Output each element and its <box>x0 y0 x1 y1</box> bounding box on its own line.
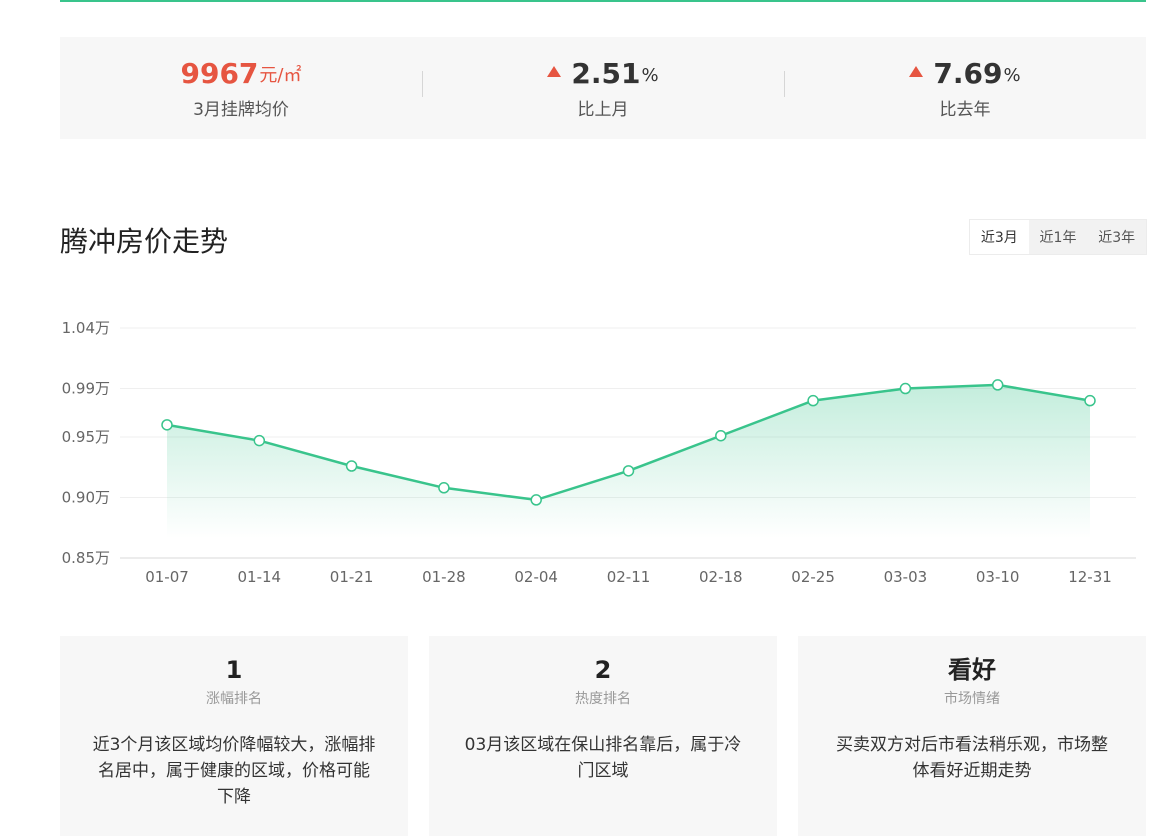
avg-price-value: 9967 <box>180 56 259 90</box>
x-tick-label: 02-04 <box>514 568 558 586</box>
card-value: 1 <box>225 656 243 684</box>
chart-title: 腾冲房价走势 <box>60 225 229 258</box>
x-tick-label: 01-07 <box>145 568 189 586</box>
mom-change-label: 比上月 <box>577 99 629 120</box>
data-point <box>161 419 173 431</box>
data-point <box>530 494 542 506</box>
range-tabs: 近3月 近1年 近3年 <box>969 219 1147 255</box>
tab-1-year[interactable]: 近1年 <box>1029 220 1088 254</box>
mom-change-unit: % <box>641 64 659 86</box>
top-accent-line <box>60 0 1146 2</box>
data-point <box>991 379 1004 391</box>
y-tick-label: 1.04万 <box>62 319 110 337</box>
avg-price-stat: 9967 元/㎡ 3月挂牌均价 <box>60 57 422 120</box>
data-point <box>622 465 635 477</box>
x-tick-label: 02-11 <box>607 568 651 586</box>
rank-heat-card: 2 热度排名 03月该区域在保山排名靠后，属于冷门区域 <box>429 636 777 836</box>
x-tick-label: 01-28 <box>422 568 466 586</box>
data-point <box>253 434 266 447</box>
up-arrow-icon <box>547 65 562 77</box>
data-point <box>715 429 727 442</box>
avg-price-unit: 元/㎡ <box>259 64 302 86</box>
data-point <box>345 460 358 472</box>
x-tick-label: 03-10 <box>976 568 1020 586</box>
price-trend-chart: 0.85万 0.90万 0.95万 0.99万 1.04万 01-07 01-14 01-21… <box>62 319 1136 586</box>
card-value: 2 <box>594 656 612 684</box>
insight-cards: 1 涨幅排名 近3个月该区域均价降幅较大，涨幅排名居中，属于健康的区域，价格可能… <box>60 636 1146 836</box>
avg-price-label: 3月挂牌均价 <box>193 99 289 120</box>
data-point <box>438 482 450 494</box>
mom-change-value: 2.51 <box>571 56 641 90</box>
yoy-change-label: 比去年 <box>939 99 991 120</box>
x-tick-label: 02-25 <box>791 568 835 586</box>
y-tick-label: 0.85万 <box>62 549 110 567</box>
card-label: 市场情绪 <box>944 691 1000 707</box>
data-point <box>807 394 819 407</box>
x-tick-label: 02-18 <box>699 568 743 586</box>
x-tick-label: 01-21 <box>330 568 374 586</box>
y-tick-label: 0.95万 <box>62 428 110 446</box>
yoy-change-value: 7.69 <box>933 56 1003 90</box>
card-label: 热度排名 <box>575 691 631 707</box>
data-point <box>1084 394 1096 407</box>
card-label: 涨幅排名 <box>206 691 262 707</box>
card-description: 近3个月该区域均价降幅较大，涨幅排名居中，属于健康的区域，价格可能下降 <box>92 735 376 807</box>
x-tick-label: 01-14 <box>238 568 282 586</box>
card-description: 买卖双方对后市看法稍乐观，市场整体看好近期走势 <box>836 735 1108 781</box>
y-tick-label: 0.99万 <box>62 380 110 398</box>
data-point <box>899 382 912 395</box>
card-value: 看好 <box>948 656 996 684</box>
price-summary-panel: 9967 元/㎡ 3月挂牌均价 2.51 % 比上月 7.69 % 比去年 <box>60 37 1146 139</box>
x-tick-label: 12-31 <box>1068 568 1112 586</box>
mom-change-stat: 2.51 % 比上月 <box>422 57 784 120</box>
yoy-change-stat: 7.69 % 比去年 <box>784 57 1146 120</box>
y-tick-label: 0.90万 <box>62 488 110 506</box>
market-sentiment-card: 看好 市场情绪 买卖双方对后市看法稍乐观，市场整体看好近期走势 <box>798 636 1146 836</box>
series-area <box>167 384 1090 539</box>
tab-3-years[interactable]: 近3年 <box>1087 220 1146 254</box>
up-arrow-icon <box>909 65 924 77</box>
x-tick-label: 03-03 <box>884 568 928 586</box>
tab-3-months[interactable]: 近3月 <box>970 220 1029 254</box>
yoy-change-unit: % <box>1003 64 1021 86</box>
rank-growth-card: 1 涨幅排名 近3个月该区域均价降幅较大，涨幅排名居中，属于健康的区域，价格可能… <box>60 636 408 836</box>
card-description: 03月该区域在保山排名靠后，属于冷门区域 <box>464 735 742 781</box>
